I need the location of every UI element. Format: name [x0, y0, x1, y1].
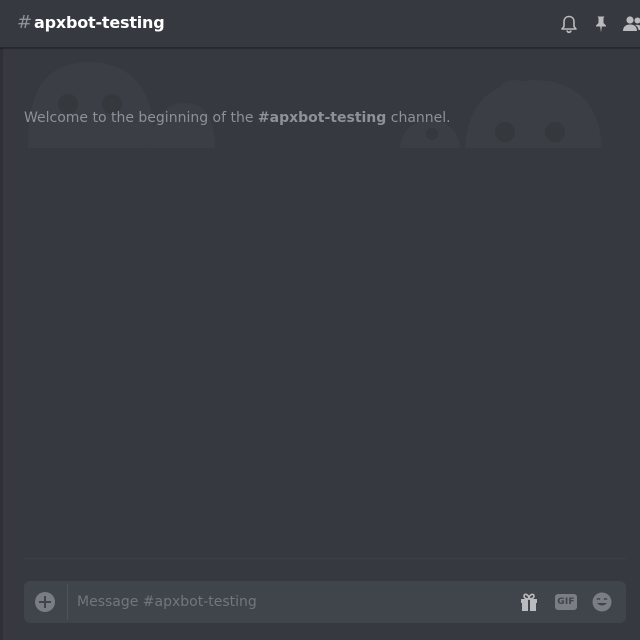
gif-icon[interactable]: GIF [554, 590, 578, 614]
gift-icon[interactable] [517, 590, 541, 614]
message-divider [24, 558, 626, 559]
welcome-prefix: Welcome to the beginning of the [24, 110, 258, 126]
channel-header: # apxbot-testing [0, 0, 640, 48]
bell-icon[interactable] [557, 12, 581, 36]
pin-icon[interactable] [589, 12, 613, 36]
chat-window: # apxbot-testing Welcome to the beginnin… [0, 0, 640, 640]
hash-icon: # [17, 12, 33, 33]
emoji-icon[interactable] [590, 590, 614, 614]
add-attachment-icon[interactable] [35, 592, 55, 612]
composer-separator [67, 584, 68, 620]
message-composer: GIF [24, 581, 626, 623]
channel-title: apxbot-testing [34, 13, 165, 32]
message-input[interactable] [77, 581, 497, 623]
welcome-illustration [28, 62, 602, 148]
gif-label: GIF [555, 594, 577, 610]
sidebar-edge [0, 0, 3, 640]
welcome-message: Welcome to the beginning of the #apxbot-… [24, 110, 451, 126]
members-icon[interactable] [621, 12, 640, 36]
welcome-channel: #apxbot-testing [257, 110, 387, 126]
welcome-suffix: channel. [386, 110, 451, 126]
